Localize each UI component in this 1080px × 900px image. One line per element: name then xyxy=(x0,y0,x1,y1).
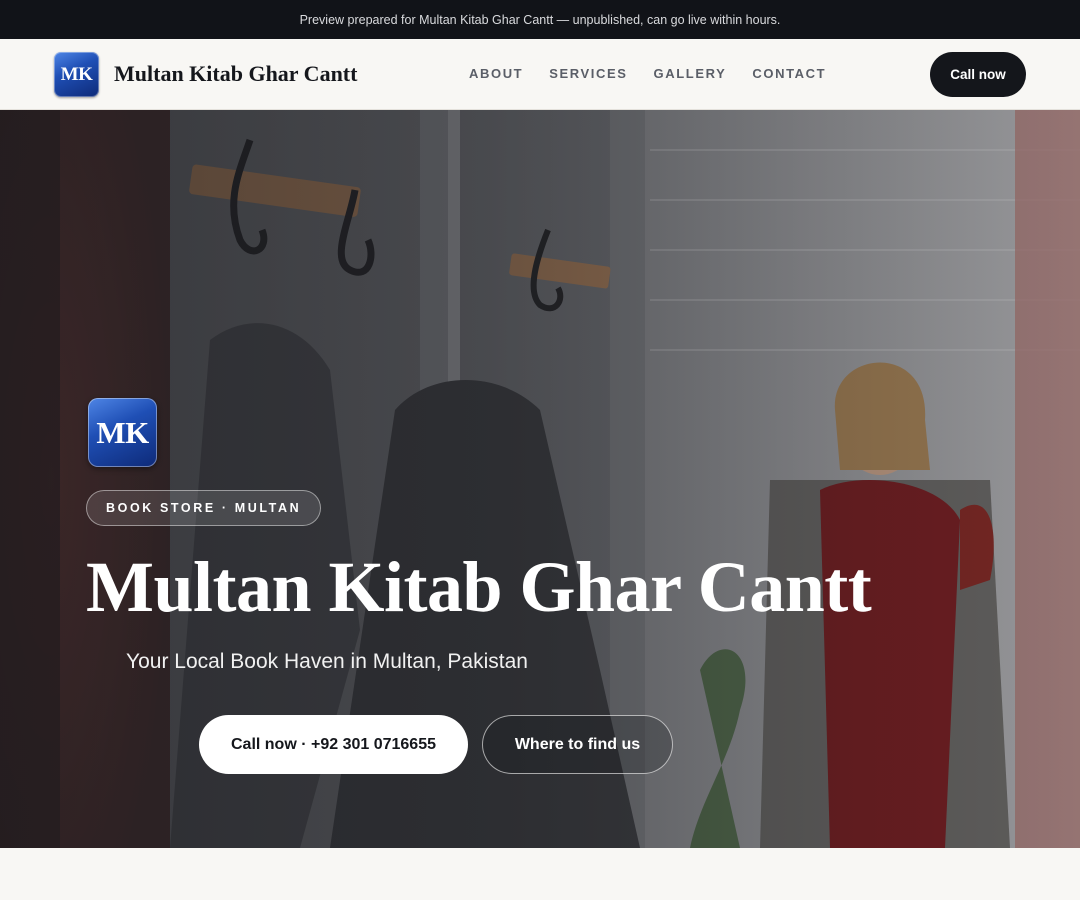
preview-banner: Preview prepared for Multan Kitab Ghar C… xyxy=(0,0,1080,39)
site-header: MK Multan Kitab Ghar Cantt ABOUT SERVICE… xyxy=(0,39,1080,110)
nav-link-contact[interactable]: CONTACT xyxy=(752,66,826,81)
hero-title: Multan Kitab Ghar Cantt xyxy=(86,547,872,627)
nav-link-services[interactable]: SERVICES xyxy=(549,66,627,81)
nav-link-about[interactable]: ABOUT xyxy=(469,66,523,81)
nav-link-gallery[interactable]: GALLERY xyxy=(654,66,727,81)
hero-logo: MK xyxy=(88,398,157,467)
find-us-button[interactable]: Where to find us xyxy=(482,715,673,774)
hero-subtitle: Your Local Book Haven in Multan, Pakista… xyxy=(126,650,528,673)
category-tag: BOOK STORE · MULTAN xyxy=(86,490,322,526)
call-phone-button[interactable]: Call now · +92 301 0716655 xyxy=(199,715,468,774)
preview-banner-text: Preview prepared for Multan Kitab Ghar C… xyxy=(299,12,781,27)
main-nav: ABOUT SERVICES GALLERY CONTACT xyxy=(469,66,852,81)
hero-section: MK BOOK STORE · MULTAN Multan Kitab Ghar… xyxy=(0,110,1080,848)
brand-logo[interactable]: MK xyxy=(54,52,99,97)
brand-name[interactable]: Multan Kitab Ghar Cantt xyxy=(114,61,357,87)
call-now-button[interactable]: Call now xyxy=(930,52,1026,97)
